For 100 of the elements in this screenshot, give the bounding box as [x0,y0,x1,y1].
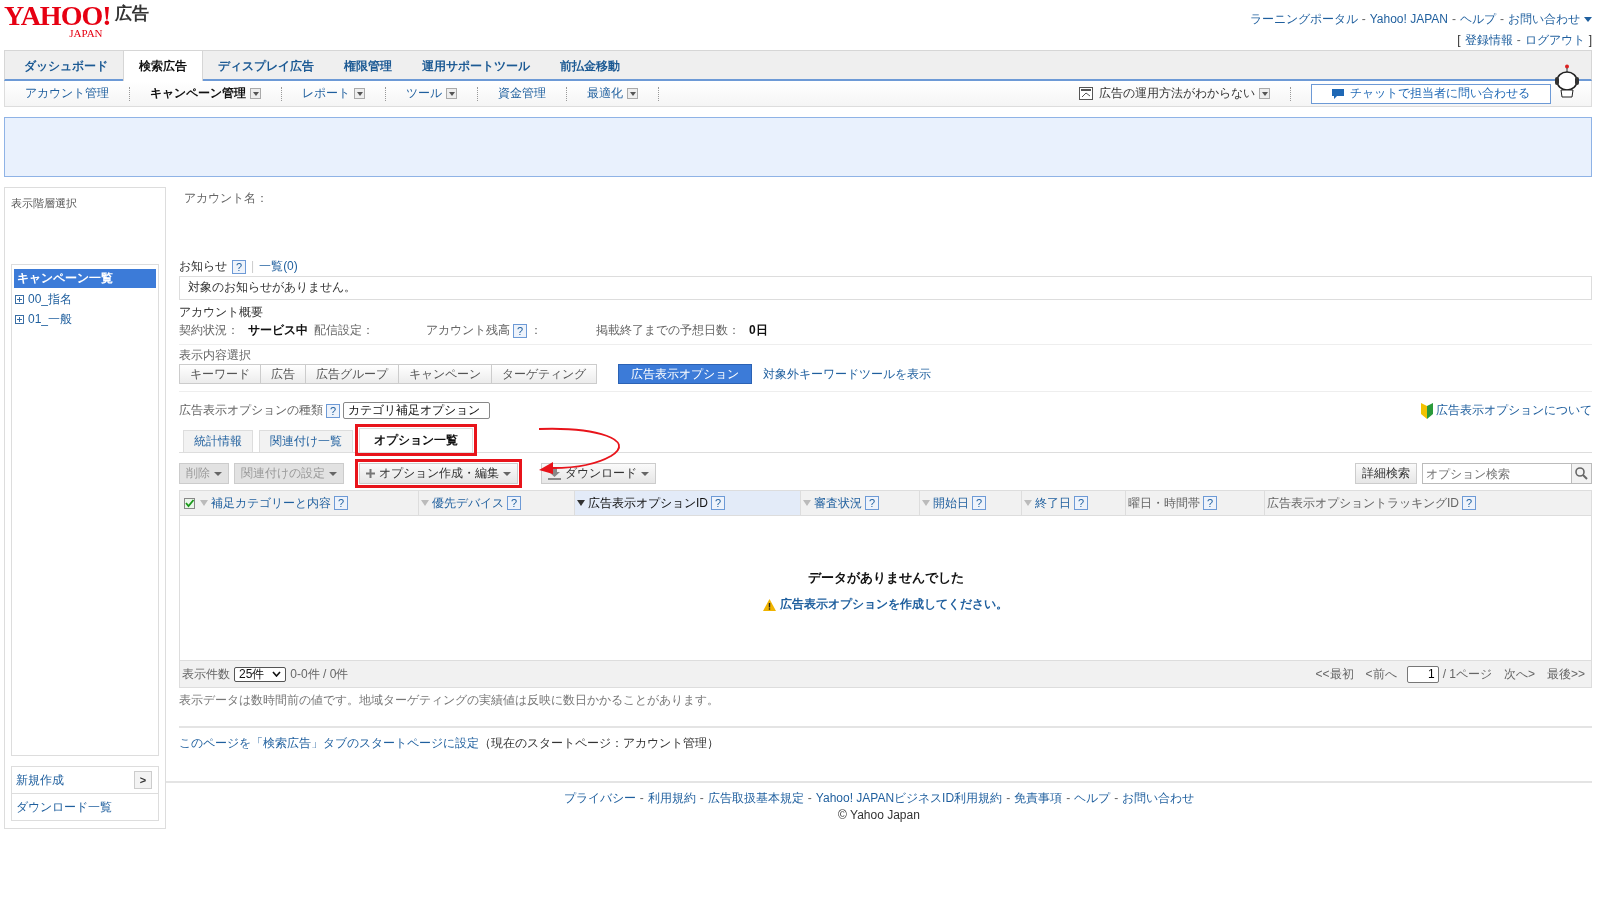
option-type-select[interactable]: カテゴリ補足オプション [343,402,490,419]
help-menu-label[interactable]: 広告の運用方法がわからない [1099,86,1255,101]
header-link[interactable]: ヘルプ [1460,12,1496,27]
view-option[interactable]: 広告 [260,364,306,384]
new-item-link[interactable]: 新規作成 [16,772,64,788]
link-separator: - [639,791,644,806]
last-page-link[interactable]: 最後>> [1547,666,1585,682]
per-page-select[interactable]: 25件 [234,666,287,682]
help-button[interactable]: ? [1462,496,1476,510]
bracket: [ [1457,33,1461,48]
column-header[interactable]: 優先デバイス [432,495,504,511]
next-page-link[interactable]: 次へ> [1503,666,1535,682]
footer-link[interactable]: ヘルプ [1074,791,1111,806]
dropdown-icon[interactable] [446,88,457,99]
footer-link[interactable]: プライバシー [563,791,636,806]
sub-tab[interactable]: 統計情報 [183,430,253,452]
help-button[interactable]: ? [1074,496,1088,510]
keyword-tool-link[interactable]: 対象外キーワードツールを表示 [763,366,931,382]
per-page-label: 表示件数 [182,666,230,682]
copyright: © Yahoo Japan [838,808,920,823]
main-tab[interactable]: ディスプレイ広告 [203,53,329,79]
main-tab[interactable]: 前払金移動 [545,53,635,79]
footer-link[interactable]: 利用規約 [647,791,696,806]
help-button[interactable]: ? [232,259,246,274]
page-total: / 1ページ [1442,666,1492,682]
main-tab[interactable]: 権限管理 [329,53,407,79]
tree-item[interactable]: 00_指名 [28,292,73,307]
column-header[interactable]: 広告表示オプションID [588,495,708,511]
link-separator: - [1006,791,1011,806]
chat-bubble-icon [1332,88,1344,99]
logo-product: 広告 [114,6,149,21]
help-button[interactable]: ? [513,323,527,338]
yahoo-logo[interactable]: YAHOO! JAPAN 広告 [4,0,149,50]
help-button[interactable]: ? [1203,496,1217,510]
field-label: アカウント残高 [426,323,510,338]
field-value: サービス中 [248,323,308,338]
page-input[interactable]: 1 [1406,665,1439,683]
sub-nav-item[interactable]: アカウント管理 [25,86,109,101]
download-list-link[interactable]: ダウンロード一覧 [16,799,112,815]
header-link[interactable]: Yahoo! JAPAN [1369,12,1448,27]
sub-nav-item[interactable]: 最適化 [587,86,623,101]
footer-link[interactable]: Yahoo! JAPANビジネスID利用規約 [815,791,1003,806]
account-link[interactable]: 登録情報 [1464,33,1513,48]
column-header[interactable]: 補足カテゴリーと内容 [211,495,331,511]
caret-icon[interactable] [1584,17,1592,22]
first-page-link[interactable]: <<最初 [1315,666,1354,682]
search-icon [1575,467,1588,480]
main-tab[interactable]: ダッシュボード [9,53,123,79]
help-button[interactable]: ? [334,496,348,510]
detail-search-button[interactable]: 詳細検索 [1355,463,1417,484]
notice-list-link[interactable]: 一覧(0) [259,259,298,274]
account-link[interactable]: ログアウト [1524,33,1585,48]
check-icon[interactable] [183,497,195,509]
header-link[interactable]: お問い合わせ [1508,12,1580,27]
create-option-link[interactable]: 広告表示オプションを作成してください。 [780,597,1008,612]
column-header[interactable]: 審査状況 [814,495,862,511]
sub-nav-item[interactable]: ツール [406,86,442,101]
view-option[interactable]: 広告グループ [305,364,399,384]
footer-link[interactable]: お問い合わせ [1122,791,1195,806]
sub-nav-item[interactable]: 資金管理 [498,86,546,101]
sub-tab[interactable]: 関連付け一覧 [259,430,353,452]
view-option[interactable]: 広告表示オプション [618,364,752,384]
help-button[interactable]: ? [326,403,340,418]
about-link[interactable]: 広告表示オプションについて [1436,403,1592,418]
start-page-link[interactable]: このページを「検索広告」タブのスタートページに設定 [179,736,479,751]
search-button[interactable] [1572,463,1592,484]
dropdown-icon[interactable] [354,88,365,99]
separator: | [251,259,255,274]
sort-icon[interactable] [577,500,585,506]
chat-button[interactable]: チャットで担当者に問い合わせる [1311,83,1551,104]
help-button[interactable]: ? [972,496,986,510]
toolbar-button[interactable]: ダウンロード [541,463,656,484]
column-header[interactable]: 終了日 [1035,495,1071,511]
sub-nav-item[interactable]: レポート [302,86,350,101]
view-option[interactable]: ターゲティング [491,364,597,384]
previous-page-link[interactable]: <前へ [1365,666,1397,682]
help-button[interactable]: ? [865,496,879,510]
tree-item[interactable]: 01_一般 [28,312,73,327]
sub-nav-item[interactable]: キャンペーン管理 [150,86,246,101]
view-option[interactable]: キャンペーン [398,364,492,384]
footer-link[interactable]: 免責事項 [1014,791,1063,806]
dropdown-icon[interactable] [1259,88,1270,99]
dropdown-icon[interactable] [250,88,261,99]
view-option[interactable]: キーワード [179,364,261,384]
main-tab[interactable]: 検索広告 [123,50,203,81]
header-link[interactable]: ラーニングポータル [1249,12,1358,27]
search-field[interactable]: オプション検索 [1422,463,1572,484]
download-icon [548,467,561,480]
expand-icon[interactable] [15,295,24,304]
field-value: 0日 [749,323,768,338]
tree-header[interactable]: キャンペーン一覧 [14,269,156,288]
dropdown-icon[interactable] [627,88,638,99]
expand-icon[interactable] [15,315,24,324]
main-tab[interactable]: 運用サポートツール [407,53,545,79]
help-button[interactable]: ? [507,496,521,510]
footer-link[interactable]: 広告取扱基本規定 [707,791,804,806]
column-header[interactable]: 開始日 [933,495,969,511]
expand-button[interactable]: > [134,771,152,789]
help-button[interactable]: ? [711,496,725,510]
data-note: 表示データは数時間前の値です。地域ターゲティングの実績値は反映に数日かかることがあります。 [179,693,720,708]
